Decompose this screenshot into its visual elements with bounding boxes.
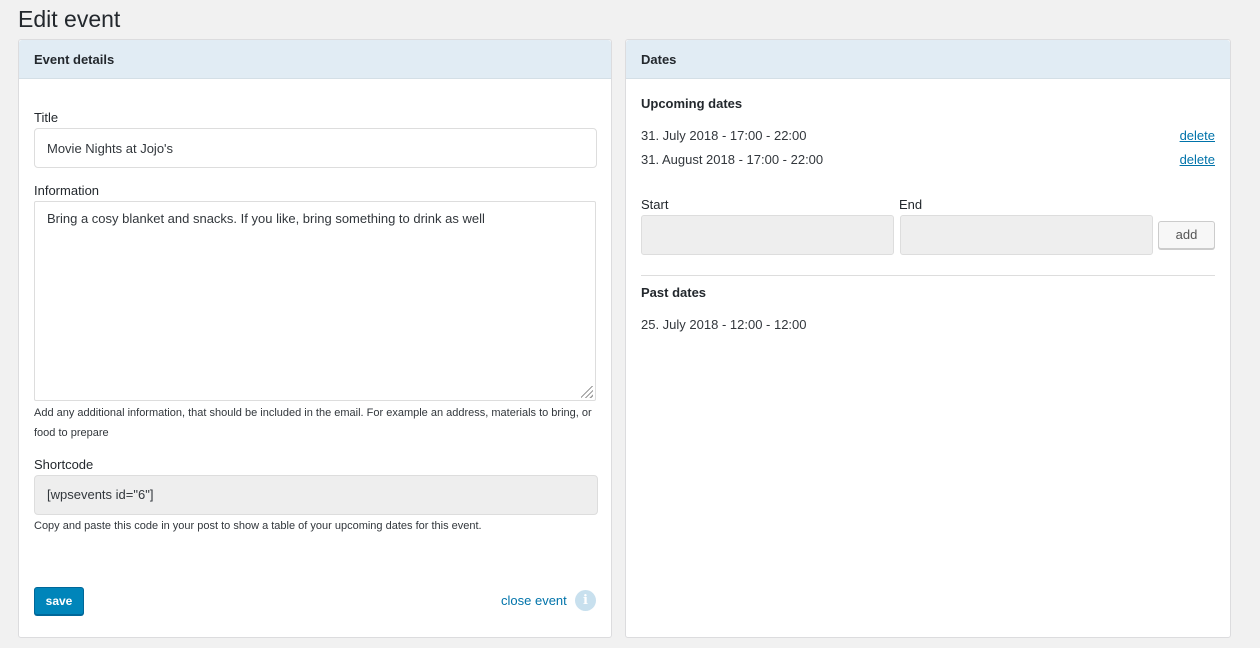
upcoming-dates-title: Upcoming dates: [641, 96, 743, 111]
page-title: Edit event: [18, 6, 121, 32]
delete-date-link[interactable]: delete: [1180, 128, 1215, 143]
event-details-panel: Event details Title Information Bring a …: [18, 39, 612, 638]
shortcode-label: Shortcode: [34, 457, 94, 472]
title-input[interactable]: [34, 128, 597, 168]
close-event-link[interactable]: close event: [501, 593, 567, 608]
end-label: End: [899, 197, 923, 212]
shortcode-field[interactable]: [wpsevents id="6"]: [34, 475, 598, 515]
shortcode-value: [wpsevents id="6"]: [47, 487, 154, 502]
start-label: Start: [641, 197, 669, 212]
info-icon[interactable]: i: [575, 590, 596, 611]
event-details-header: Event details: [19, 40, 611, 79]
divider: [641, 275, 1215, 276]
information-help-text: Add any additional information, that sho…: [34, 407, 592, 439]
upcoming-date-row: 31. August 2018 - 17:00 - 22:00: [641, 152, 824, 167]
shortcode-help-text: Copy and paste this code in your post to…: [34, 520, 482, 532]
dates-panel: Dates Upcoming dates 31. July 2018 - 17:…: [625, 39, 1231, 638]
past-date-row: 25. July 2018 - 12:00 - 12:00: [641, 317, 807, 332]
dates-header: Dates: [626, 40, 1230, 79]
start-date-input[interactable]: [641, 215, 894, 255]
add-date-button[interactable]: add: [1158, 221, 1215, 249]
delete-date-link[interactable]: delete: [1180, 152, 1215, 167]
information-text: Bring a cosy blanket and snacks. If you …: [47, 211, 485, 226]
information-label: Information: [34, 183, 100, 198]
title-label: Title: [34, 110, 59, 125]
save-button[interactable]: save: [34, 587, 84, 615]
past-dates-title: Past dates: [641, 285, 707, 300]
end-date-input[interactable]: [900, 215, 1153, 255]
resize-grip-icon[interactable]: [581, 386, 593, 398]
upcoming-date-row: 31. July 2018 - 17:00 - 22:00: [641, 128, 807, 143]
information-textarea[interactable]: Bring a cosy blanket and snacks. If you …: [34, 201, 596, 401]
